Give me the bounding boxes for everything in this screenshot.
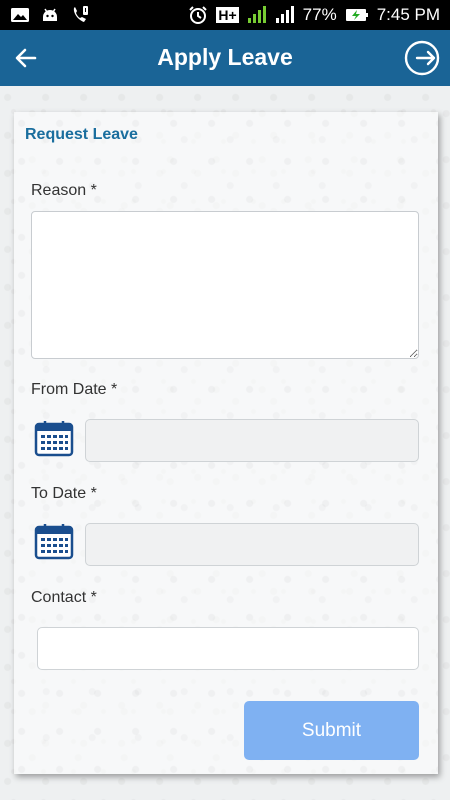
from-date-label: From Date * bbox=[31, 381, 118, 398]
network-type: H+ bbox=[216, 7, 239, 23]
to-date-input[interactable] bbox=[85, 523, 419, 566]
calendar-icon[interactable] bbox=[34, 420, 74, 458]
app-bar: Apply Leave bbox=[0, 30, 450, 86]
to-date-label: To Date * bbox=[31, 485, 97, 502]
reason-label: Reason * bbox=[31, 182, 97, 199]
clock: 7:45 PM bbox=[376, 5, 440, 24]
form-title: Request Leave bbox=[25, 126, 138, 143]
status-bar: H+ 77% 7:45 PM bbox=[0, 0, 450, 30]
battery-percent: 77% bbox=[302, 5, 337, 24]
contact-label: Contact * bbox=[31, 589, 97, 606]
call-icon bbox=[73, 6, 88, 22]
android-icon bbox=[43, 8, 57, 21]
page-title: Apply Leave bbox=[157, 44, 293, 70]
signal-icon bbox=[247, 6, 266, 23]
from-date-input[interactable] bbox=[85, 419, 419, 462]
contact-input[interactable] bbox=[37, 627, 419, 670]
battery-charging-icon bbox=[345, 9, 368, 21]
reason-textarea[interactable] bbox=[31, 211, 419, 359]
status-right-icons: H+ 77% 7:45 PM bbox=[188, 0, 440, 30]
request-leave-card: Request Leave Reason * From Date * To Da… bbox=[14, 112, 438, 774]
signal-icon bbox=[275, 6, 294, 23]
submit-button[interactable]: Submit bbox=[244, 701, 419, 760]
logout-button[interactable] bbox=[400, 36, 444, 80]
status-left-icons bbox=[10, 5, 90, 25]
logout-icon bbox=[404, 40, 440, 76]
image-icon bbox=[11, 8, 29, 22]
calendar-icon[interactable] bbox=[34, 523, 74, 561]
alarm-icon bbox=[189, 6, 208, 24]
